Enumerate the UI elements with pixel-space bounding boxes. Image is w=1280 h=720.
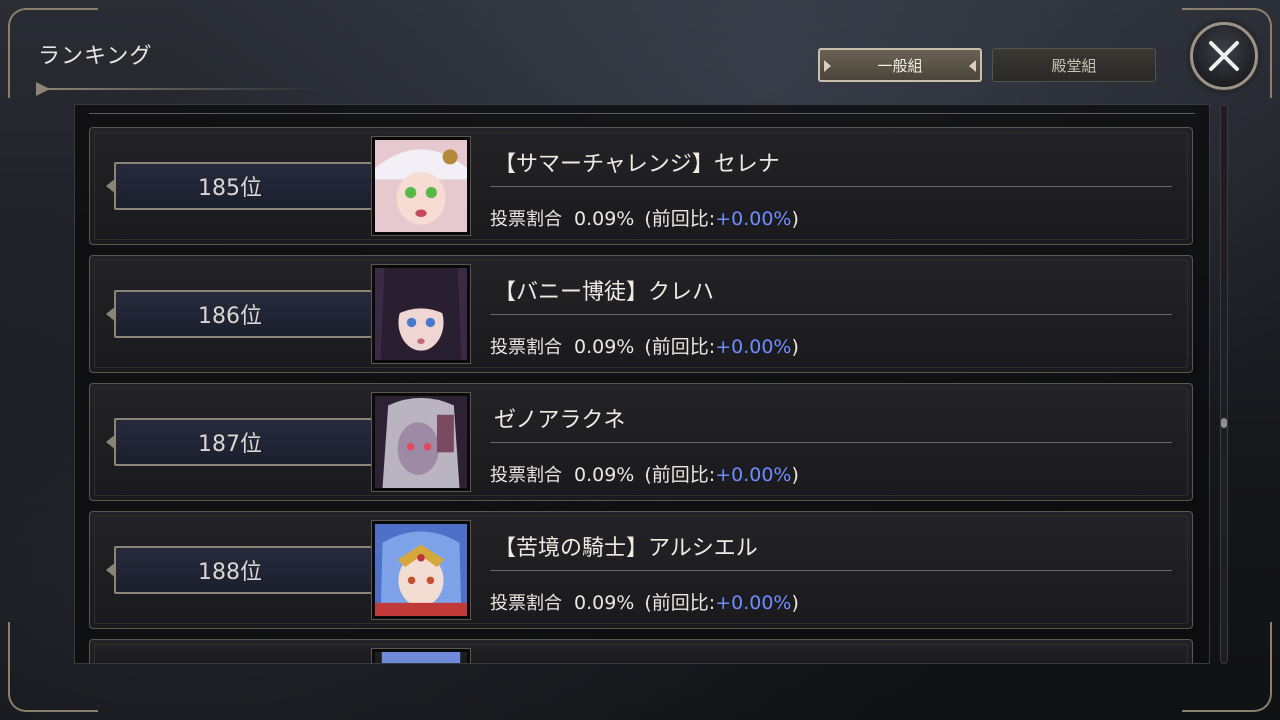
close-x-icon <box>1209 41 1239 71</box>
portrait-image <box>381 652 461 663</box>
prev-compare-close: ) <box>791 464 799 486</box>
tab-right-arrow-icon <box>969 60 976 72</box>
vote-label: 投票割合 <box>490 465 562 486</box>
close-button[interactable] <box>1190 22 1258 90</box>
prev-compare-delta: +0.00% <box>715 592 792 614</box>
ranking-panel: 185位 【サマーチャレンジ】セレナ 投票割合 0.09% (前回比: +0.0… <box>74 104 1210 664</box>
rank-plate: 188位 <box>106 546 376 594</box>
character-name: 【サマーチャレンジ】セレナ <box>494 152 780 177</box>
vote-percentage: 0.09% <box>574 464 635 486</box>
prev-compare-close: ) <box>791 336 799 358</box>
prev-compare-close: ) <box>791 208 799 230</box>
tab-hall-of-fame[interactable]: 殿堂組 <box>992 48 1156 82</box>
scrollbar-track[interactable] <box>1220 104 1228 664</box>
prev-compare-delta: +0.00% <box>715 208 792 230</box>
ranking-row[interactable]: 186位 【バニー博徒】クレハ 投票割合 0.09% (前回比: +0.00% … <box>89 255 1193 373</box>
character-portrait[interactable] <box>371 136 471 236</box>
tab-left-arrow-icon <box>824 60 831 72</box>
rank-label: 188位 <box>198 560 262 585</box>
vote-label: 投票割合 <box>490 209 562 230</box>
rank-plate: 187位 <box>106 418 376 466</box>
vote-percentage: 0.09% <box>574 336 635 358</box>
vote-percentage: 0.09% <box>574 592 635 614</box>
vote-stats: 投票割合 0.09% (前回比: +0.00% ) <box>490 332 799 359</box>
ranking-row[interactable]: 188位 【苦境の騎士】アルシエル 投票割合 0.09% (前回比: +0.00… <box>89 511 1193 629</box>
vote-label: 投票割合 <box>490 593 562 614</box>
ranking-list[interactable]: 185位 【サマーチャレンジ】セレナ 投票割合 0.09% (前回比: +0.0… <box>89 127 1193 663</box>
tab-general-label: 一般組 <box>877 56 923 75</box>
vote-percentage: 0.09% <box>574 208 635 230</box>
title-underline <box>38 88 318 90</box>
character-name: ゼノアラクネ <box>494 408 626 433</box>
character-name: 【苦境の騎士】アルシエル <box>494 536 758 561</box>
prev-compare-open: (前回比: <box>644 592 716 614</box>
character-portrait[interactable] <box>371 648 471 663</box>
portrait-image <box>375 524 467 616</box>
portrait-image <box>375 268 467 360</box>
prev-compare-close: ) <box>791 592 799 614</box>
rank-label: 186位 <box>198 304 262 329</box>
row-divider <box>490 570 1172 571</box>
tab-hall-of-fame-label: 殿堂組 <box>1051 56 1097 75</box>
prev-compare-delta: +0.00% <box>715 336 792 358</box>
screen-title: ランキング <box>38 44 153 69</box>
rank-plate: 186位 <box>106 290 376 338</box>
prev-compare-open: (前回比: <box>644 464 716 486</box>
rank-label: 185位 <box>198 176 262 201</box>
vote-label: 投票割合 <box>490 337 562 358</box>
panel-top-rule <box>89 113 1195 114</box>
prev-compare-open: (前回比: <box>644 208 716 230</box>
row-divider <box>490 442 1172 443</box>
row-divider <box>490 186 1172 187</box>
ranking-row[interactable]: 187位 ゼノアラクネ 投票割合 0.09% (前回比: +0.00%) <box>89 383 1193 501</box>
character-portrait[interactable] <box>371 392 471 492</box>
rank-label: 187位 <box>198 432 262 457</box>
scrollbar-thumb[interactable] <box>1221 418 1227 428</box>
ranking-row[interactable]: 185位 【サマーチャレンジ】セレナ 投票割合 0.09% (前回比: +0.0… <box>89 127 1193 245</box>
prev-compare-open: (前回比: <box>644 336 716 358</box>
character-name: 【バニー博徒】クレハ <box>494 280 715 305</box>
tab-general[interactable]: 一般組 <box>818 48 982 82</box>
character-portrait[interactable] <box>371 264 471 364</box>
vote-stats: 投票割合 0.09% (前回比: +0.00% ) <box>490 460 799 487</box>
character-portrait[interactable] <box>371 520 471 620</box>
prev-compare-delta: +0.00% <box>715 464 792 486</box>
row-divider <box>490 314 1172 315</box>
vote-stats: 投票割合 0.09% (前回比: +0.00% ) <box>490 588 799 615</box>
vote-stats: 投票割合 0.09% (前回比: +0.00% ) <box>490 204 799 231</box>
title-arrow-ornament <box>36 82 50 96</box>
rank-plate: 185位 <box>106 162 376 210</box>
portrait-image <box>375 396 467 488</box>
ranking-row-partial[interactable] <box>89 639 1193 663</box>
portrait-image <box>375 140 467 232</box>
